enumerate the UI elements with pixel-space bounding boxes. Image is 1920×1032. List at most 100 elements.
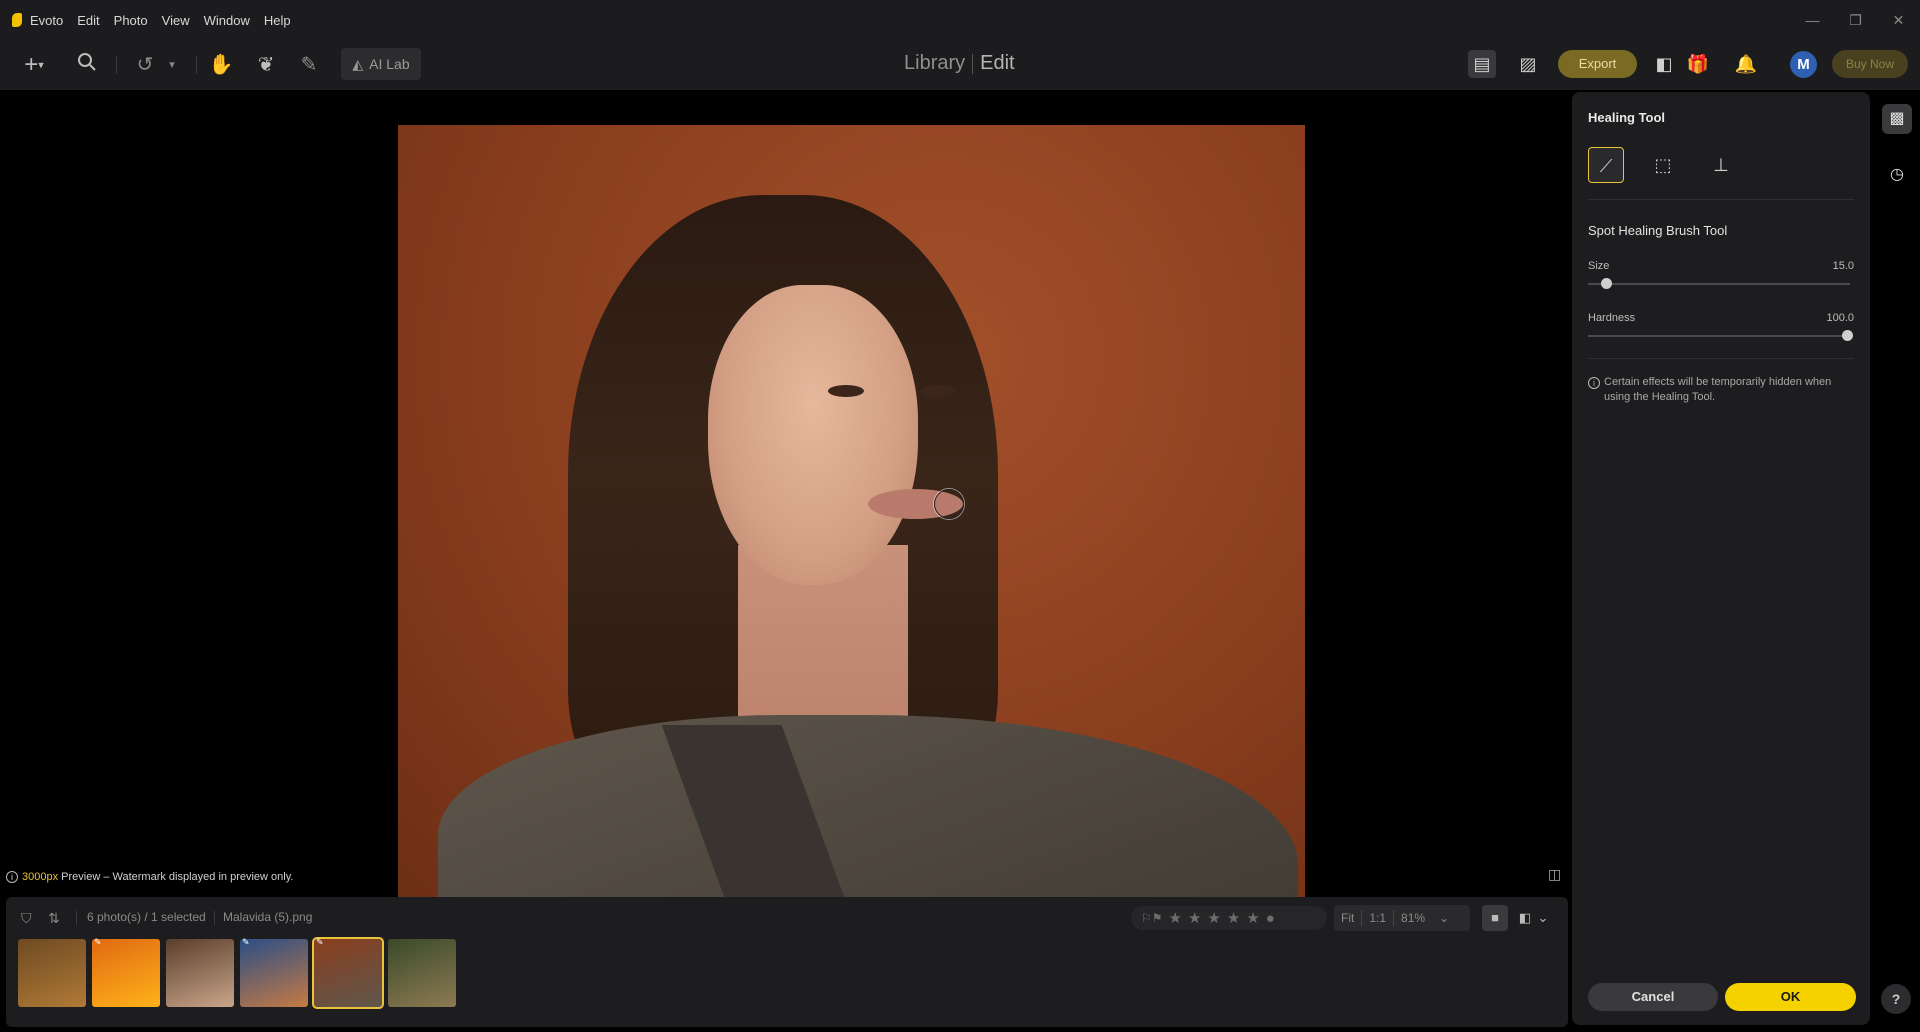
photo-face: [708, 285, 918, 585]
evoto-logo-icon: [12, 13, 22, 27]
ok-button[interactable]: OK: [1725, 983, 1856, 1011]
undo-icon[interactable]: ↺: [132, 52, 158, 78]
help-button[interactable]: ?: [1881, 984, 1911, 1014]
clone-stamp-icon[interactable]: ⊥: [1703, 147, 1739, 183]
hardness-value: 100.0: [1826, 312, 1854, 324]
window-controls: — ❐ ✕: [1791, 0, 1920, 40]
tool-subtitle: Spot Healing Brush Tool: [1588, 223, 1728, 238]
add-icon[interactable]: +▾: [14, 52, 54, 78]
undo-dropdown-icon[interactable]: ▾: [164, 52, 180, 78]
sort-icon[interactable]: ⇅: [48, 910, 60, 927]
panel-title: Healing Tool: [1588, 110, 1666, 125]
panel-divider: [1588, 358, 1854, 359]
compare-view-icon[interactable]: ▨: [1514, 50, 1542, 78]
zoom-one-to-one[interactable]: 1:1: [1362, 911, 1393, 925]
thumbnail-4[interactable]: ✎: [240, 937, 308, 1007]
info-icon: i: [1588, 377, 1600, 389]
mode-switch: Library Edit: [904, 52, 1015, 75]
healing-tool-panel: Healing Tool ⟋ ⬚ ⊥ Spot Healing Brush To…: [1572, 92, 1870, 1025]
filter-icon[interactable]: ⛉: [21, 910, 32, 927]
thumbnail-6[interactable]: [388, 939, 456, 1007]
photo-preview[interactable]: [398, 125, 1305, 905]
photo-eye-right: [920, 385, 956, 397]
toolbar-separator: [116, 56, 117, 74]
zoom-dropdown-icon[interactable]: ⌄: [1432, 911, 1456, 925]
edited-badge-icon: ✎: [94, 937, 102, 947]
zoom-fit[interactable]: Fit: [1334, 911, 1361, 925]
search-icon[interactable]: [74, 52, 100, 78]
hardness-slider-handle[interactable]: [1842, 330, 1853, 341]
thumbnail-list: ✎ ✎ ✎: [18, 937, 456, 1009]
edit-tab[interactable]: Edit: [980, 52, 1014, 75]
hand-icon[interactable]: ✋: [208, 52, 234, 78]
zoom-control: Fit 1:1 81% ⌄: [1334, 905, 1470, 931]
size-slider[interactable]: [1588, 283, 1850, 285]
single-view-icon[interactable]: ■: [1482, 905, 1508, 931]
thumbnail-5[interactable]: ✎: [312, 937, 384, 1009]
spot-healing-brush-icon[interactable]: ⟋: [1588, 147, 1624, 183]
close-button[interactable]: ✕: [1877, 12, 1920, 29]
split-view-icon[interactable]: ◫: [1548, 866, 1561, 883]
color-label-icon[interactable]: ●: [1266, 910, 1275, 927]
filmstrip: ⛉ ⇅ 6 photo(s) / 1 selected Malavida (5)…: [6, 897, 1568, 1027]
thumbnail-2[interactable]: ✎: [92, 937, 160, 1007]
thumbnail-1[interactable]: [18, 939, 86, 1007]
mode-divider: [972, 53, 974, 74]
buy-now-button[interactable]: Buy Now: [1832, 50, 1908, 78]
app-name: Evoto: [30, 12, 64, 28]
menu-view[interactable]: View: [162, 13, 190, 28]
edited-badge-icon: ✎: [316, 937, 324, 947]
star-4-icon[interactable]: ★: [1227, 909, 1240, 927]
restore-button[interactable]: ❐: [1834, 12, 1877, 29]
menu-edit[interactable]: Edit: [77, 13, 99, 28]
notice-text: Certain effects will be temporarily hidd…: [1604, 376, 1832, 403]
star-5-icon[interactable]: ★: [1246, 909, 1259, 927]
bandage-icon[interactable]: ✎: [296, 52, 322, 78]
size-slider-handle[interactable]: [1601, 278, 1613, 289]
patch-tool-icon[interactable]: ⬚: [1645, 147, 1681, 183]
toolbar-separator: [196, 56, 197, 74]
export-button[interactable]: Export: [1558, 50, 1637, 78]
gift-icon[interactable]: 🎁: [1684, 50, 1712, 78]
star-1-icon[interactable]: ★: [1169, 909, 1182, 927]
preset-icon[interactable]: ▤: [1468, 50, 1496, 78]
avatar[interactable]: M: [1790, 51, 1817, 78]
info-icon: i: [6, 871, 18, 883]
filmstrip-separator: [214, 911, 215, 925]
minimize-button[interactable]: —: [1791, 12, 1834, 28]
rating-bar: ⚐⚑ ★ ★ ★ ★ ★ ●: [1131, 906, 1327, 930]
bell-icon[interactable]: 🔔: [1732, 50, 1760, 78]
brush-cursor: [934, 489, 964, 519]
preview-size: 3000px: [22, 871, 59, 883]
menu-window[interactable]: Window: [204, 13, 250, 28]
panel-divider: [1588, 199, 1854, 200]
view-dropdown-icon[interactable]: ⌄: [1536, 905, 1550, 931]
menu-photo[interactable]: Photo: [114, 13, 148, 28]
history-icon[interactable]: ◷: [1882, 160, 1912, 190]
photo-eye-left: [828, 385, 864, 397]
size-label: Size: [1588, 260, 1610, 272]
cancel-button[interactable]: Cancel: [1588, 983, 1718, 1011]
photo-jacket: [438, 715, 1298, 905]
ai-lab-icon: ◭: [352, 55, 364, 72]
photo-count: 6 photo(s) / 1 selected: [87, 910, 206, 924]
flag-icon[interactable]: ⚐⚑: [1141, 911, 1163, 925]
library-tab[interactable]: Library: [904, 52, 965, 75]
hardness-label: Hardness: [1588, 312, 1636, 324]
filmstrip-toolbar: ⛉ ⇅ 6 photo(s) / 1 selected Malavida (5)…: [6, 897, 1568, 937]
skin-smoothing-icon[interactable]: ❦: [253, 52, 279, 78]
size-value: 15.0: [1832, 260, 1854, 272]
star-2-icon[interactable]: ★: [1188, 909, 1201, 927]
healing-notice: i Certain effects will be temporarily hi…: [1588, 375, 1850, 405]
ai-lab-button[interactable]: ◭ AI Lab: [341, 48, 421, 80]
zoom-percent[interactable]: 81%: [1394, 911, 1432, 925]
ai-lab-label: AI Lab: [369, 56, 410, 72]
star-3-icon[interactable]: ★: [1207, 909, 1220, 927]
hardness-slider[interactable]: [1588, 335, 1850, 337]
preview-text: Preview – Watermark displayed in preview…: [58, 871, 294, 883]
thumbnail-3[interactable]: [166, 939, 234, 1007]
retouch-tools-icon[interactable]: ▩: [1882, 104, 1912, 134]
menu-help[interactable]: Help: [264, 13, 291, 28]
before-after-icon[interactable]: ◧: [1512, 905, 1538, 931]
batch-icon[interactable]: ◧: [1650, 50, 1678, 78]
